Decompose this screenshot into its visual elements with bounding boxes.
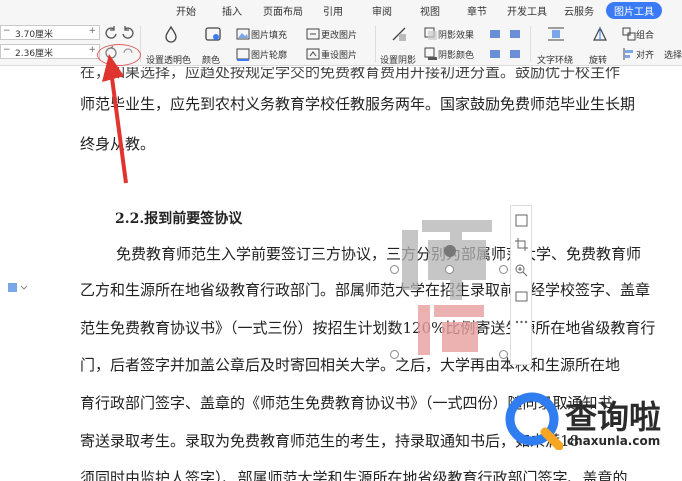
tab-view[interactable]: 视图 [420,3,440,18]
width-value[interactable]: 2.36厘米 [15,46,53,59]
text-line: 免费教育师范生入学前要签订三方协议，三方分别为部属师范大学、免费教育师 [116,245,642,263]
rotate-right-icon[interactable] [121,26,135,40]
align-button[interactable]: 对齐 [636,48,654,61]
shadow-effect-icon[interactable] [424,27,438,41]
align-icon[interactable] [622,47,636,61]
resize-handle[interactable] [390,265,399,274]
watermark-seal-image[interactable] [398,210,498,360]
rotate-button[interactable]: 旋转 [589,53,607,66]
layout-icon[interactable] [515,214,528,227]
text-line: 乙方和生源所在地省级教育行政部门。部属师范大学在招生录取前将经学校签字、盖章 [80,281,651,299]
shadow-color-button[interactable]: 阴影颜色 [438,48,474,61]
rotate-left-icon[interactable] [104,26,118,40]
shadow-effect-button[interactable]: 阴影效果 [438,28,474,41]
plus-icon[interactable]: + [88,45,96,55]
crop-icon[interactable] [515,238,528,251]
layout-options-icon[interactable] [8,282,28,294]
section-heading: 2.2.报到前要签协议 [115,211,243,227]
color-icon[interactable] [204,25,222,43]
resize-handle[interactable] [499,265,508,274]
logo-url: chaxunla.com [567,434,661,448]
drop-icon[interactable] [162,25,180,43]
group-icon[interactable] [622,27,636,41]
site-logo-watermark: 查询啦 chaxunla.com [505,330,682,450]
height-value[interactable]: 3.70厘米 [15,27,53,40]
tab-review[interactable]: 审阅 [372,3,392,18]
change-picture-button[interactable]: 更改图片 [321,28,357,41]
rotate-icon[interactable] [591,25,609,43]
tab-page-layout[interactable]: 页面布局 [263,3,303,18]
nudge-shadow-icon[interactable] [508,27,522,41]
text-line: 在，如果选择，应趋处按规定学交的免费教育费用开接初进分置。鼓励优于校主作 [80,67,621,81]
picture-fill-icon[interactable] [236,27,250,41]
set-transparency-button[interactable]: 设置透明色 [146,53,191,66]
rotation-handle[interactable] [444,245,456,257]
minus-icon[interactable]: − [3,26,11,36]
resize-handle[interactable] [445,265,454,274]
separator [530,26,531,62]
select-button[interactable]: 选择 [664,48,682,61]
logo-text: 查询啦 [565,398,662,436]
more-icon[interactable] [515,316,528,329]
tab-cloud[interactable]: 云服务 [564,3,594,18]
width-spinner[interactable]: − 2.36厘米 + [0,44,100,59]
red-arrow-annotation [102,54,128,184]
zoom-in-icon[interactable] [515,264,528,277]
height-spinner[interactable]: − 3.70厘米 + [0,25,100,40]
picture-edit-icon[interactable] [515,290,528,303]
resize-handle[interactable] [390,350,399,359]
color-button[interactable]: 颜色 [202,53,220,66]
search-logo-icon [505,392,563,450]
text-wrap-button[interactable]: 文字环绕 [537,53,573,66]
picture-outline-button[interactable]: 图片轮廓 [251,48,287,61]
reset-picture-button[interactable]: 重设图片 [321,48,357,61]
picture-fill-button[interactable]: 图片填充 [251,28,287,41]
change-picture-icon[interactable] [306,27,320,41]
nudge-shadow-icon[interactable] [508,47,522,61]
tab-developer[interactable]: 开发工具 [507,3,547,18]
reset-picture-icon[interactable] [306,47,320,61]
picture-outline-icon[interactable] [236,47,250,61]
text-line: 须同时由监护人签字）、部属师范大学和生源所在地省级教育行政部门签字、盖章的 [80,469,628,481]
tab-references[interactable]: 引用 [323,3,343,18]
menu-bar: 开始 插入 页面布局 引用 审阅 视图 章节 开发工具 云服务 图片工具 [0,0,682,20]
set-shadow-button[interactable]: 设置阴影 [380,53,416,66]
shadow-color-icon[interactable] [424,47,438,61]
text-line: 师范毕业生，应先到农村义务教育学校任教服务两年。国家鼓励免费师范毕业生长期 [80,95,636,113]
separator [375,26,376,62]
tab-home[interactable]: 开始 [176,3,196,18]
group-button[interactable]: 组合 [636,28,654,41]
text-wrap-icon[interactable] [547,25,565,43]
tab-insert[interactable]: 插入 [222,3,242,18]
minus-icon[interactable]: − [3,45,11,55]
nudge-shadow-icon[interactable] [488,27,502,41]
tab-chapter[interactable]: 章节 [467,3,487,18]
shadow-icon[interactable] [390,25,408,43]
nudge-shadow-icon[interactable] [488,47,502,61]
tab-picture-tools[interactable]: 图片工具 [606,2,662,19]
plus-icon[interactable]: + [88,26,96,36]
